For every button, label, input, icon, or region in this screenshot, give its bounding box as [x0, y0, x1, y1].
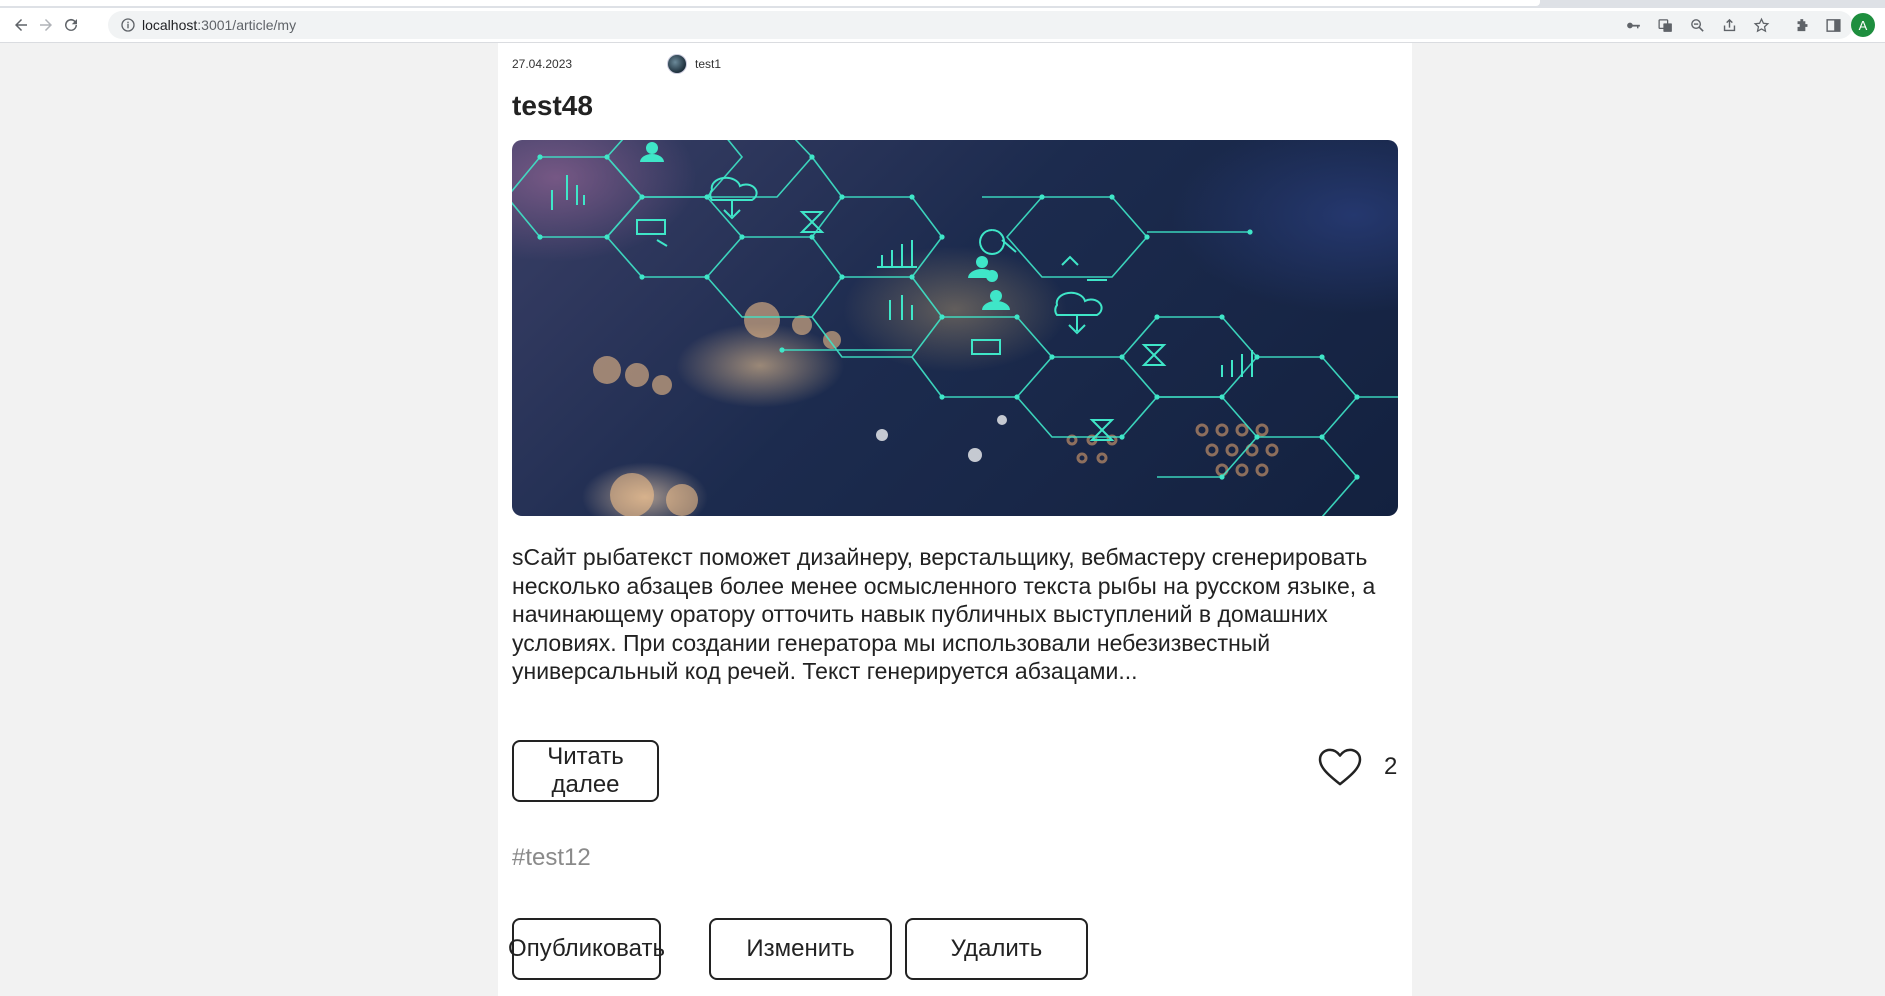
tech-hexagon-illustration [512, 140, 1398, 516]
reload-button[interactable] [58, 12, 84, 38]
arrow-right-icon [40, 19, 52, 31]
address-bar[interactable]: localhost:3001/article/my [108, 11, 1853, 39]
page-viewport: 27.04.2023 test1 test48 sСайт рыбатекст … [0, 43, 1885, 996]
side-panel-icon[interactable] [1823, 15, 1843, 35]
article-date: 27.04.2023 [512, 57, 573, 71]
site-info-icon[interactable] [120, 17, 136, 33]
author-name[interactable]: test1 [695, 57, 721, 71]
bookmark-star-icon[interactable] [1751, 15, 1771, 35]
like-count: 2 [1384, 753, 1398, 780]
arrow-left-icon [15, 19, 27, 31]
delete-button[interactable]: Удалить [905, 918, 1088, 980]
password-key-icon[interactable] [1623, 15, 1643, 35]
article-meta: 27.04.2023 test1 [512, 54, 721, 74]
article-tag[interactable]: #test12 [512, 844, 591, 872]
back-button[interactable] [8, 12, 34, 38]
zoom-icon[interactable] [1687, 15, 1707, 35]
edit-button[interactable]: Изменить [709, 918, 892, 980]
article-excerpt: sСайт рыбатекст поможет дизайнеру, верст… [512, 544, 1376, 684]
share-icon[interactable] [1719, 15, 1739, 35]
profile-avatar[interactable]: A [1851, 13, 1875, 37]
extensions-icon[interactable] [1792, 15, 1812, 35]
url-text: localhost:3001/article/my [142, 17, 297, 33]
tab-strip [0, 0, 1885, 8]
active-tab[interactable] [0, 0, 1540, 6]
translate-icon[interactable] [1655, 15, 1675, 35]
article-card: 27.04.2023 test1 test48 sСайт рыбатекст … [498, 43, 1412, 996]
reload-icon [65, 18, 77, 31]
article-image [512, 140, 1398, 516]
author-avatar [667, 54, 687, 74]
article-title: test48 [512, 90, 593, 121]
forward-button[interactable] [33, 12, 59, 38]
publish-button[interactable]: Опубликовать [508, 918, 665, 980]
browser-toolbar: localhost:3001/article/my A [0, 8, 1885, 43]
read-more-button[interactable]: Читать далее [512, 740, 659, 802]
heart-icon[interactable] [1317, 747, 1363, 787]
